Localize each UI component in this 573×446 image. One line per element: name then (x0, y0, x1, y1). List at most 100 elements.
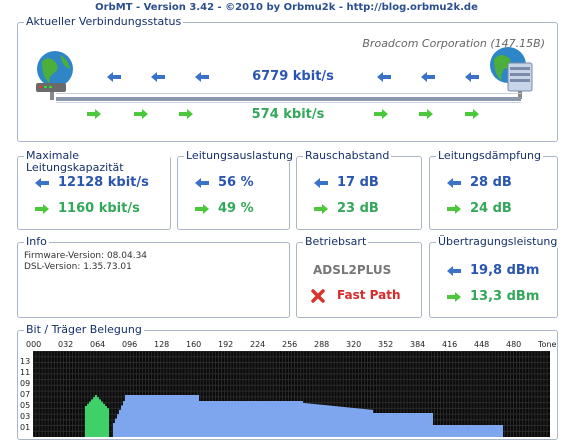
arrow-left-icon (35, 177, 49, 188)
downstream-bin (315, 404, 317, 437)
arrow-right-icon (134, 109, 148, 119)
downstream-bin (465, 425, 467, 437)
downstream-bin (495, 425, 497, 437)
arrow-left-icon (447, 177, 461, 188)
downstream-bin (231, 401, 233, 437)
downstream-bin (145, 395, 147, 437)
arrow-right-icon (419, 109, 433, 119)
capacity-group: Maximale Leitungskapazität 12128 kbit/s … (17, 150, 171, 230)
mode-group: Betriebsart ADSL2PLUS Fast Path (296, 236, 422, 318)
downstream-bin (411, 413, 413, 437)
tone-tick-label: 256 (282, 340, 298, 349)
tone-tick-label: 096 (122, 340, 138, 349)
snr-legend: Rauschabstand (303, 149, 392, 162)
downstream-bin (235, 401, 237, 437)
downstream-bin (423, 413, 425, 437)
downstream-bin (291, 401, 293, 437)
downstream-bin (359, 408, 361, 437)
downstream-bin (285, 401, 287, 437)
downstream-bin (329, 405, 331, 437)
downstream-bin (307, 403, 309, 437)
downstream-bin (479, 425, 481, 437)
downstream-bin (357, 408, 359, 437)
downstream-bin (317, 404, 319, 437)
downstream-bin (259, 401, 261, 437)
capacity-legend: Maximale Leitungskapazität (24, 150, 170, 174)
capacity-down: 12128 kbit/s (58, 175, 149, 190)
downstream-bin (149, 395, 151, 437)
downstream-bin (397, 413, 399, 437)
downstream-bin (339, 406, 341, 437)
downstream-bin (341, 406, 343, 437)
upstream-bin (99, 399, 101, 437)
arrow-right-icon (374, 109, 388, 119)
downstream-bin (297, 401, 299, 437)
snr-up: 23 dB (337, 201, 379, 216)
red-x-icon (311, 289, 325, 303)
downstream-bin (349, 407, 351, 437)
connection-line (56, 97, 521, 101)
downstream-bin (327, 405, 329, 437)
downstream-bin (379, 413, 381, 437)
downstream-bin (237, 401, 239, 437)
downstream-bin (125, 395, 127, 437)
tone-tick-label: 000 (26, 340, 42, 349)
downstream-bin (431, 413, 433, 437)
downstream-bin (165, 395, 167, 437)
downstream-bin (441, 425, 443, 437)
downstream-bin (485, 425, 487, 437)
downstream-bin (199, 401, 201, 437)
downstream-bin (139, 395, 141, 437)
attenuation-legend: Leitungsdämpfung (436, 149, 543, 162)
power-up: 13,3 dBm (470, 289, 540, 304)
upstream-bin (101, 401, 103, 437)
downstream-bin (253, 401, 255, 437)
downstream-bin (255, 401, 257, 437)
downstream-bin (147, 395, 149, 437)
downstream-bin (283, 401, 285, 437)
downstream-bin (163, 395, 165, 437)
tone-tick-label: 416 (442, 340, 458, 349)
downstream-bin (177, 395, 179, 437)
tone-tick-label: 320 (346, 340, 362, 349)
downstream-rate: 6779 kbit/s (252, 69, 334, 84)
downstream-bin (251, 401, 253, 437)
downstream-bin (459, 425, 461, 437)
utilization-legend: Leitungsauslastung (184, 149, 295, 162)
downstream-bin (127, 395, 129, 437)
downstream-bin (363, 409, 365, 437)
downstream-bin (179, 395, 181, 437)
downstream-bin (477, 425, 479, 437)
downstream-bin (391, 413, 393, 437)
power-group: Übertragungsleistung 19,8 dBm 13,3 dBm (429, 236, 560, 318)
downstream-bin (455, 425, 457, 437)
downstream-bin (467, 425, 469, 437)
downstream-bin (215, 401, 217, 437)
downstream-bin (137, 395, 139, 437)
downstream-bin (491, 425, 493, 437)
upstream-bin (95, 395, 97, 437)
arrow-right-icon (195, 203, 209, 214)
downstream-bin (191, 395, 193, 437)
connection-status-group: Aktueller Verbindungsstatus Broadcom Cor… (17, 16, 558, 142)
downstream-bin (375, 413, 377, 437)
downstream-bin (453, 425, 455, 437)
downstream-bin (201, 401, 203, 437)
downstream-bin (471, 425, 473, 437)
tone-tick-label: 352 (378, 340, 394, 349)
downstream-bin (361, 408, 363, 437)
downstream-bin (113, 423, 115, 437)
upstream-bin (97, 397, 99, 437)
downstream-bin (409, 413, 411, 437)
bit-tick-label: 09 (20, 379, 31, 388)
downstream-bin (321, 404, 323, 437)
downstream-bin (217, 401, 219, 437)
downstream-bin (437, 425, 439, 437)
downstream-bin (457, 425, 459, 437)
arrow-left-icon (195, 72, 209, 82)
downstream-bin (387, 413, 389, 437)
protocol-label: ADSL2PLUS (313, 263, 392, 277)
downstream-bin (293, 401, 295, 437)
tone-tick-label: 224 (250, 340, 266, 349)
downstream-bin (157, 395, 159, 437)
